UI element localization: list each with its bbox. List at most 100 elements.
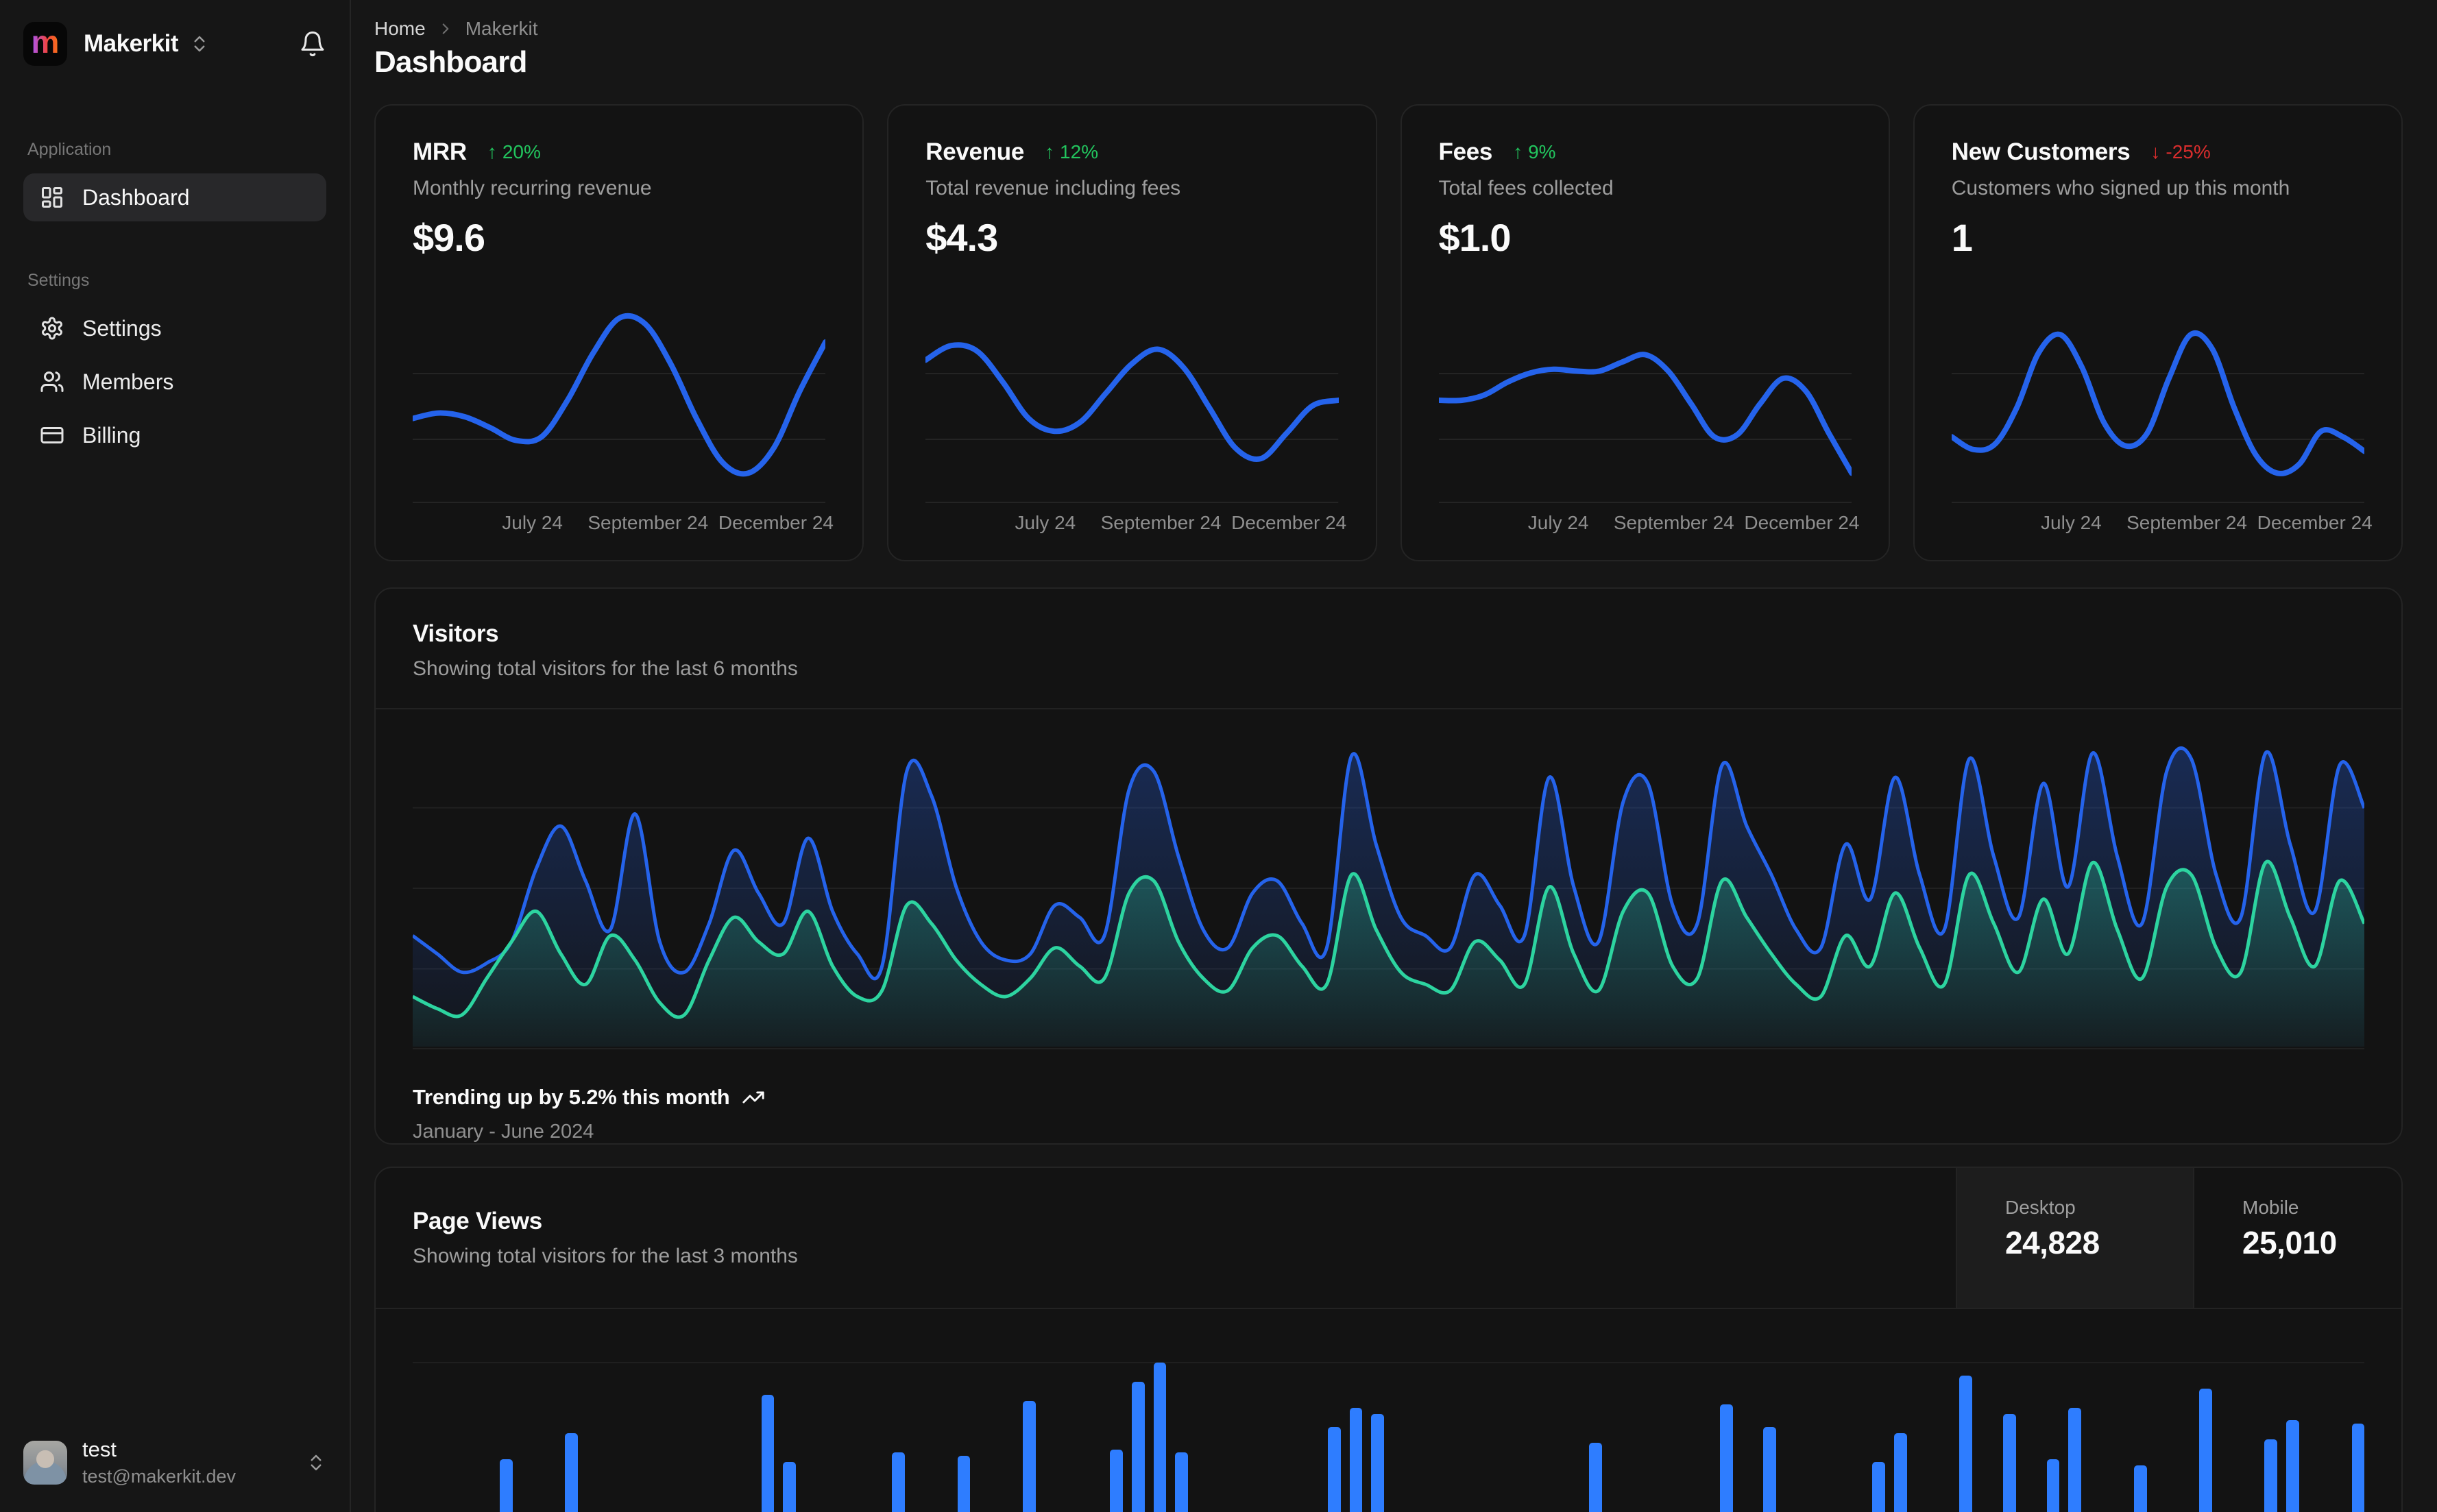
stat-card-mrr: MRR ↑ 20% Monthly recurring revenue $9.6 …: [374, 104, 864, 561]
x-axis-labels: July 24 September 24 December 24: [413, 512, 834, 544]
bar: [1110, 1449, 1123, 1512]
sidebar-item-dashboard[interactable]: Dashboard: [23, 173, 326, 221]
stat-value: $9.6: [413, 216, 485, 259]
axis-tick-label: September 24: [1613, 512, 1734, 533]
stat-subtitle: Total revenue including fees: [925, 177, 1181, 199]
section-label-application: Application: [27, 140, 112, 159]
axis-tick-label: September 24: [587, 512, 709, 533]
mrr-sparkline-chart: [413, 300, 826, 505]
bar: [1349, 1407, 1363, 1512]
page-views-subtitle: Showing total visitors for the last 3 mo…: [413, 1245, 798, 1267]
bar: [2351, 1424, 2365, 1512]
user-menu[interactable]: test test@makerkit.dev: [23, 1437, 326, 1487]
main-content: Home Makerkit Dashboard MRR ↑ 20% Monthly…: [351, 0, 2437, 1512]
credit-card-icon: [40, 423, 64, 448]
bar: [1371, 1414, 1385, 1512]
fees-sparkline-chart: [1438, 300, 1852, 505]
axis-tick-label: December 24: [1231, 512, 1347, 533]
desktop-total: 24,828: [2005, 1225, 2100, 1260]
x-axis-labels: July 24 September 24 December 24: [1439, 512, 1860, 544]
bar: [783, 1462, 797, 1512]
bar: [1894, 1433, 1907, 1512]
axis-tick-label: December 24: [718, 512, 834, 533]
bar: [1153, 1363, 1167, 1512]
sidebar-item-members[interactable]: Members: [23, 358, 326, 406]
arrow-up-icon: ↑: [1513, 141, 1523, 162]
axis-tick-label: July 24: [2041, 512, 2102, 533]
stat-subtitle: Monthly recurring revenue: [413, 177, 652, 199]
bar: [2133, 1465, 2147, 1512]
sidebar-item-billing[interactable]: Billing: [23, 411, 326, 459]
gear-icon: [40, 316, 64, 341]
customers-sparkline-chart: [1951, 300, 2364, 505]
stat-title: Revenue: [925, 138, 1025, 165]
section-label-settings: Settings: [27, 271, 90, 290]
tab-mobile[interactable]: Mobile 25,010: [2193, 1168, 2401, 1308]
sidebar-item-label: Billing: [82, 422, 141, 448]
page-views-bar-chart: [413, 1324, 2365, 1512]
axis-tick-label: July 24: [1015, 512, 1076, 533]
tab-desktop[interactable]: Desktop 24,828: [1956, 1168, 2193, 1308]
sidebar-item-label: Dashboard: [82, 184, 190, 210]
stat-card-revenue: Revenue ↑ 12% Total revenue including fee…: [887, 104, 1377, 561]
user-email: test@makerkit.dev: [82, 1466, 236, 1487]
bar: [1719, 1404, 1733, 1512]
users-icon: [40, 369, 64, 394]
stat-value: 1: [1951, 216, 1973, 259]
breadcrumb-home-link[interactable]: Home: [374, 18, 426, 40]
visitors-card: Visitors Showing total visitors for the …: [374, 587, 2403, 1145]
bar: [761, 1394, 775, 1512]
chevron-right-icon: [437, 20, 454, 38]
trend-badge: ↑ 20%: [487, 141, 541, 162]
bar: [957, 1455, 971, 1512]
trending-text: Trending up by 5.2% this month: [413, 1085, 730, 1109]
visitors-area-chart: [413, 727, 2364, 1049]
visitors-title: Visitors: [413, 620, 499, 647]
makerkit-logo: m: [23, 22, 67, 66]
trend-badge: ↑ 12%: [1045, 141, 1099, 162]
bar: [1131, 1382, 1145, 1512]
bar: [2264, 1439, 2278, 1512]
bar: [2286, 1420, 2299, 1512]
avatar: [23, 1440, 67, 1485]
bar: [2046, 1459, 2060, 1512]
bar: [1959, 1375, 1973, 1512]
trend-badge: ↓ -25%: [2150, 141, 2211, 162]
bell-icon[interactable]: [299, 30, 326, 58]
sidebar-item-label: Members: [82, 369, 174, 394]
bar: [1763, 1426, 1777, 1512]
bar: [1872, 1462, 1886, 1512]
breadcrumb: Home Makerkit: [374, 18, 2403, 40]
visitors-subtitle: Showing total visitors for the last 6 mo…: [413, 657, 798, 680]
bar: [2199, 1388, 2212, 1512]
sidebar-item-settings[interactable]: Settings: [23, 304, 326, 352]
x-axis-labels: July 24 September 24 December 24: [925, 512, 1347, 544]
page-views-title: Page Views: [413, 1208, 542, 1234]
stat-subtitle: Total fees collected: [1438, 177, 1614, 199]
chevrons-up-down-icon: [306, 1452, 326, 1473]
chevrons-up-down-icon: [189, 34, 210, 54]
arrow-up-icon: ↑: [487, 141, 497, 162]
bar: [2003, 1414, 2016, 1512]
stat-value: $4.3: [925, 216, 998, 259]
axis-tick-label: December 24: [1744, 512, 1860, 533]
stat-title: Fees: [1438, 138, 1493, 165]
bar: [500, 1459, 513, 1512]
axis-tick-label: December 24: [2257, 512, 2373, 533]
axis-tick-label: July 24: [1527, 512, 1589, 533]
dashboard-icon: [40, 185, 64, 210]
page-views-card: Page Views Showing total visitors for th…: [374, 1167, 2403, 1512]
sidebar: m Makerkit Application Dashboard Setting…: [0, 0, 351, 1512]
axis-tick-label: September 24: [1100, 512, 1222, 533]
sidebar-nav: Application Dashboard Settings Settings …: [23, 140, 326, 465]
arrow-up-icon: ↑: [1045, 141, 1055, 162]
x-axis-labels: July 24 September 24 December 24: [1952, 512, 2373, 544]
stat-value: $1.0: [1438, 216, 1512, 259]
stat-cards-row: MRR ↑ 20% Monthly recurring revenue $9.6 …: [374, 104, 2403, 561]
bar: [2068, 1407, 2082, 1512]
gridline: [413, 1362, 2364, 1363]
workspace-selector[interactable]: m Makerkit: [23, 19, 326, 69]
axis-tick-label: September 24: [2126, 512, 2247, 533]
date-range: January - June 2024: [413, 1121, 594, 1143]
trending-up-icon: [742, 1086, 765, 1109]
